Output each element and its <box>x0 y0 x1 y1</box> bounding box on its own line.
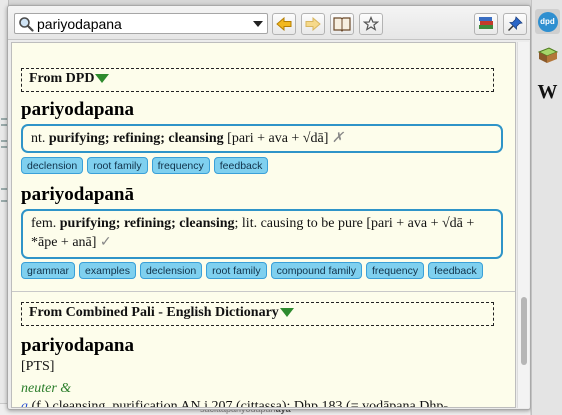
search-box[interactable] <box>14 13 268 34</box>
chevron-down-icon[interactable] <box>253 21 263 27</box>
meaning: purifying; refining; cleansing <box>59 216 235 231</box>
book-icon <box>537 46 559 71</box>
declension-button[interactable]: declension <box>21 157 84 174</box>
construction-continued: *āpe + anā] <box>31 235 97 250</box>
back-arrow-icon <box>276 17 292 31</box>
dpd-icon-label: dpd <box>540 17 555 26</box>
feedback-button[interactable]: feedback <box>213 157 269 174</box>
pin-icon <box>507 16 523 32</box>
section-divider <box>12 291 515 292</box>
entry-1-buttons: declension root family frequency feedbac… <box>21 157 269 174</box>
headword: pariyodapanā <box>21 184 134 205</box>
frequency-button[interactable]: frequency <box>151 157 210 174</box>
back-button[interactable] <box>272 13 296 35</box>
forward-arrow-icon <box>305 17 321 31</box>
dock-book-button[interactable] <box>535 46 560 71</box>
collapse-triangle-icon[interactable] <box>95 74 110 84</box>
dpd-section-header[interactable]: From DPD <box>21 68 494 92</box>
construction: [pari + ava + √dā] <box>227 131 329 146</box>
cpd-section-title: From Combined Pali - English Dictionary <box>29 305 279 320</box>
compound-family-button[interactable]: compound family <box>270 262 362 279</box>
construction: [pari + ava + √dā + <box>366 216 475 231</box>
frequency-button[interactable]: frequency <box>365 262 425 279</box>
definition-box: fem. purifying; refining; cleansing; lit… <box>21 209 503 259</box>
article-view: From DPD pariyodapana nt. purifying; ref… <box>11 42 516 408</box>
pin-button[interactable] <box>503 13 527 35</box>
definition-text: a (f.) cleansing, purification AN.i.207 … <box>21 399 449 408</box>
dock-wikipedia-button[interactable]: W <box>535 80 560 105</box>
entry-2-buttons: grammar examples declension root family … <box>21 262 483 279</box>
dictionaries-icon <box>477 16 495 32</box>
toolbar <box>8 6 530 40</box>
source-tag: [PTS] <box>21 359 55 374</box>
feedback-button[interactable]: feedback <box>428 262 483 279</box>
collapse-triangle-icon[interactable] <box>279 308 294 318</box>
side-dock: dpd W <box>531 0 562 415</box>
grammar-note: neuter & <box>21 381 72 396</box>
complete-mark-icon: ✓ <box>99 235 112 250</box>
part-of-speech: nt. <box>31 131 46 146</box>
dpd-icon: dpd <box>537 11 558 32</box>
headword: pariyodapana <box>21 335 134 356</box>
search-input[interactable] <box>37 15 245 32</box>
cpd-section-header[interactable]: From Combined Pali - English Dictionary <box>21 302 494 326</box>
definition-box: nt. purifying; refining; cleansing [pari… <box>21 124 503 153</box>
incomplete-mark-icon: ✗ <box>331 131 344 146</box>
sense-link[interactable]: a <box>21 399 28 407</box>
part-of-speech: fem. <box>31 216 57 231</box>
declension-button[interactable]: declension <box>139 262 203 279</box>
meaning: purifying; refining; cleansing <box>48 131 224 146</box>
open-main-window-button[interactable] <box>330 13 354 35</box>
forward-button[interactable] <box>301 13 325 35</box>
wikipedia-icon: W <box>537 81 558 103</box>
book-icon <box>333 16 351 32</box>
examples-button[interactable]: examples <box>79 262 136 279</box>
root-family-button[interactable]: root family <box>206 262 267 279</box>
dictionary-popup: From DPD pariyodapana nt. purifying; ref… <box>7 5 531 410</box>
vertical-scrollbar[interactable] <box>517 42 529 408</box>
dpd-section-title: From DPD <box>29 71 95 86</box>
dictionaries-button[interactable] <box>474 13 498 35</box>
star-icon <box>363 16 379 32</box>
definition-body: (f.) cleansing, purification AN.i.207 (c… <box>31 399 449 408</box>
grammar-button[interactable]: grammar <box>21 262 76 279</box>
root-family-button[interactable]: root family <box>87 157 148 174</box>
dock-dpd-button[interactable]: dpd <box>535 9 560 34</box>
search-icon <box>18 16 34 32</box>
favorite-button[interactable] <box>359 13 383 35</box>
headword: pariyodapana <box>21 99 134 120</box>
scrollbar-thumb[interactable] <box>521 297 527 365</box>
literal-meaning: ; lit. causing to be pure <box>234 216 363 231</box>
